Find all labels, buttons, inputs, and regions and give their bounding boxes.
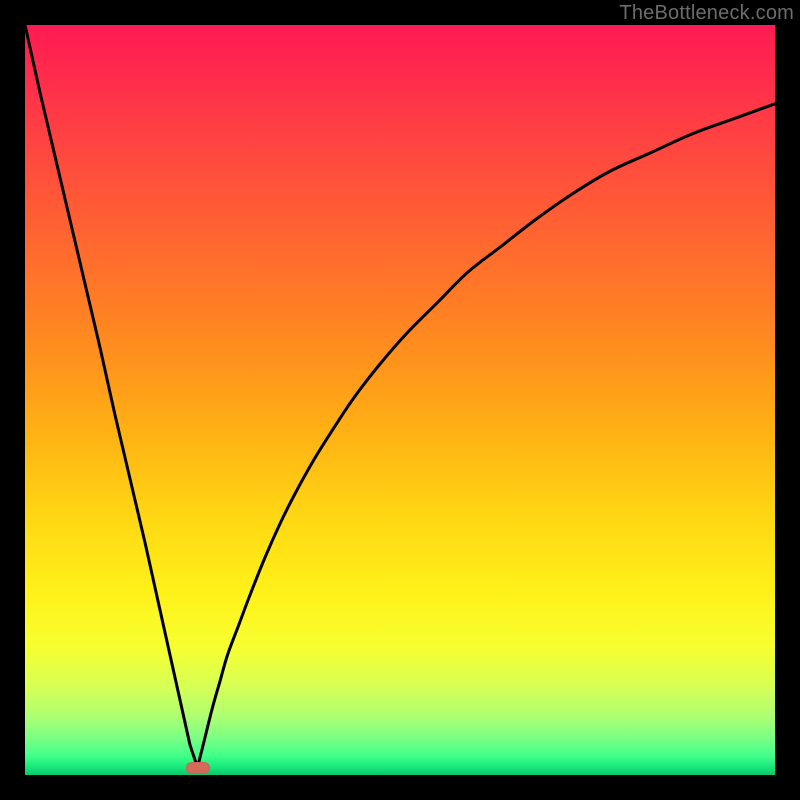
bottleneck-curve [25,25,775,775]
watermark-text: TheBottleneck.com [619,2,794,25]
optimal-marker [186,762,210,774]
plot-area [25,25,775,775]
chart-frame: TheBottleneck.com [0,0,800,800]
